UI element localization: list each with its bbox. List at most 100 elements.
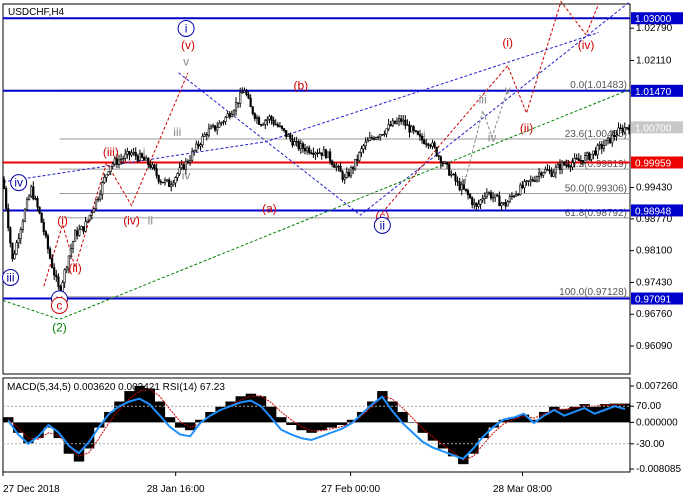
candle-body (429, 145, 432, 147)
candle-body (218, 122, 221, 128)
candle-body (475, 202, 478, 207)
candle-body (153, 164, 156, 170)
candle-body (598, 144, 601, 146)
candle-body (592, 150, 595, 155)
candle-body (391, 120, 394, 127)
candle-body (145, 157, 148, 161)
candle-body (266, 118, 269, 122)
candle-body (28, 195, 31, 200)
candle-body (38, 206, 41, 214)
candle-body (466, 190, 470, 195)
candle-body (581, 160, 585, 163)
candle-body (395, 120, 399, 124)
candle-body (469, 194, 472, 199)
candle-body (289, 134, 292, 140)
candle-body (448, 164, 451, 176)
candle-body (285, 130, 288, 137)
candle-body (101, 182, 104, 195)
wave-label: iv (488, 131, 497, 145)
candle-body (443, 161, 447, 164)
candle-body (243, 90, 246, 93)
candle-body (74, 230, 77, 242)
candle-body (548, 169, 551, 172)
candle-body (569, 166, 572, 168)
candle-body (193, 150, 196, 153)
candle-body (314, 152, 317, 155)
candle-body (400, 118, 403, 122)
candle-body (209, 126, 213, 130)
wave-label: iii (7, 271, 15, 285)
candle-body (437, 155, 440, 157)
candle-body (362, 145, 365, 150)
macd-histogram-bar (245, 393, 257, 423)
candle-body (51, 257, 54, 269)
candle-body (205, 133, 208, 136)
candle-body (71, 241, 75, 249)
candle-body (111, 163, 114, 167)
candle-body (347, 172, 350, 177)
candle-body (113, 158, 116, 165)
candle-body (86, 219, 89, 223)
macd-histogram-bar (427, 422, 439, 441)
candle-body (232, 110, 236, 115)
candle-body (42, 222, 45, 232)
candle-body (502, 202, 505, 204)
candle-body (510, 195, 514, 198)
candle-body (32, 186, 35, 200)
candle-body (366, 140, 369, 143)
candle-body (389, 124, 392, 127)
current-price-label: 1.00700 (635, 123, 672, 134)
indicator-axis-label: 0.007260 (636, 381, 678, 392)
price-level-tag-label: 1.01470 (635, 87, 672, 98)
candle-body (17, 238, 20, 244)
candle-body (579, 160, 582, 162)
candle-body (128, 151, 131, 156)
candle-body (11, 242, 14, 260)
candle-body (471, 197, 474, 206)
candle-body (489, 192, 493, 199)
candle-body (44, 231, 47, 237)
candle-body (558, 164, 562, 170)
candle-body (222, 121, 225, 123)
candle-body (55, 274, 58, 278)
candle-body (103, 176, 106, 183)
time-axis-label: 28 Jan 16:00 (147, 484, 205, 495)
candle-body (619, 127, 622, 130)
candle-body (627, 127, 631, 131)
candle-body (345, 172, 348, 178)
candle-body (483, 196, 486, 199)
candle-body (354, 159, 357, 170)
macd-histogram-bar (276, 417, 287, 423)
candle-body (351, 167, 355, 170)
candle-body (544, 169, 547, 173)
candle-body (575, 157, 578, 160)
candle-body (364, 141, 367, 147)
time-axis-label: 27 Feb 00:00 (321, 484, 380, 495)
candle-body (333, 164, 336, 168)
fib-level-label: 0.0(1.01483) (570, 80, 627, 91)
candle-body (556, 164, 559, 168)
wave-label: (v) (181, 38, 195, 52)
macd-histogram-bar (306, 422, 317, 433)
candle-body (138, 153, 141, 161)
candle-body (262, 124, 265, 126)
price-axis-label: 0.96090 (636, 341, 673, 352)
wave-label: ii (148, 214, 153, 228)
candle-body (295, 140, 298, 143)
candle-body (283, 128, 286, 131)
candle-body (496, 194, 499, 197)
candle-body (590, 153, 593, 160)
candle-body (594, 150, 597, 156)
candle-body (109, 166, 112, 172)
candle-body (546, 169, 549, 171)
wave-label: (a) (262, 202, 277, 216)
candle-body (550, 170, 553, 177)
candle-body (23, 209, 27, 222)
candle-body (82, 226, 85, 232)
candle-body (303, 148, 307, 152)
wave-label: (i) (57, 214, 68, 228)
candle-body (387, 124, 390, 130)
wave-label: v (505, 83, 511, 97)
macd-histogram-bar (397, 411, 408, 423)
candle-body (90, 212, 93, 216)
